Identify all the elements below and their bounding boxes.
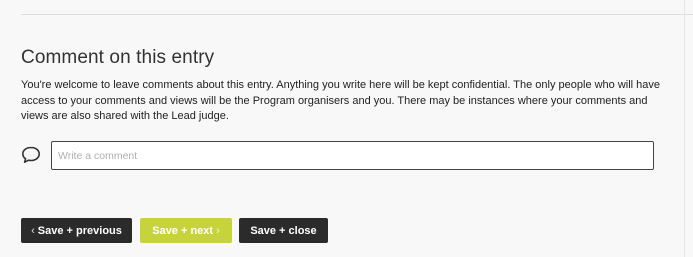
- comment-input[interactable]: [51, 141, 654, 170]
- save-next-button[interactable]: Save + next ›: [140, 218, 232, 243]
- entry-comment-page: Comment on this entry You're welcome to …: [0, 0, 693, 257]
- comment-description: You're welcome to leave comments about t…: [21, 79, 661, 122]
- save-previous-label: Save + previous: [37, 224, 122, 237]
- right-edge-divider: [684, 0, 685, 257]
- speech-bubble-icon: [21, 145, 41, 165]
- save-previous-button[interactable]: ‹ Save + previous: [21, 218, 132, 243]
- top-divider: [21, 14, 693, 15]
- chevron-right-icon: ›: [216, 224, 220, 237]
- save-close-button[interactable]: Save + close: [239, 218, 328, 243]
- save-next-label: Save + next: [152, 224, 214, 237]
- save-close-label: Save + close: [250, 224, 317, 237]
- section-title: Comment on this entry: [21, 47, 215, 68]
- chevron-left-icon: ‹: [31, 224, 35, 237]
- comment-row: [21, 141, 654, 171]
